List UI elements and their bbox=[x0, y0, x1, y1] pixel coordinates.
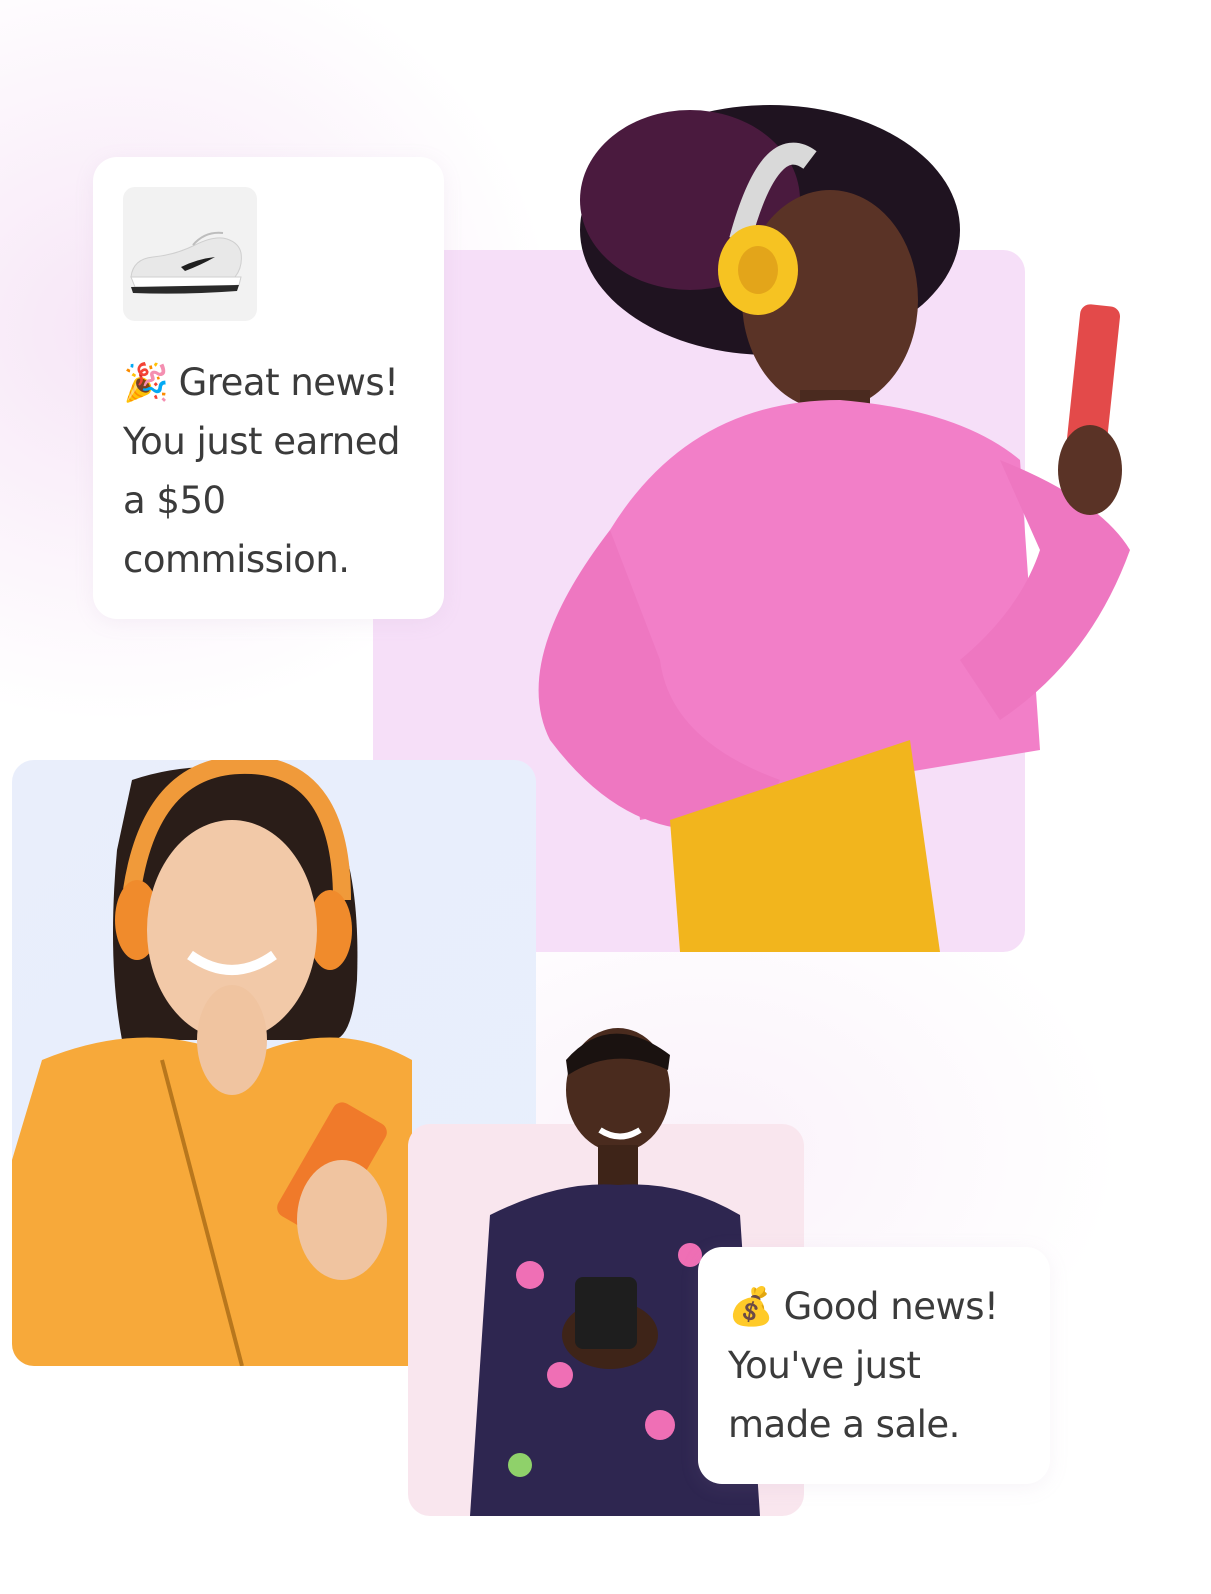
sale-message: 💰 Good news! You've just made a sale. bbox=[728, 1277, 1028, 1454]
commission-body-line-1: You just earned bbox=[123, 420, 401, 463]
commission-body-line-2: a $50 bbox=[123, 479, 226, 522]
woman-pink-sweater-photo bbox=[538, 105, 1130, 952]
sale-headline: Good news! bbox=[783, 1285, 999, 1328]
commission-body-line-3: commission. bbox=[123, 538, 350, 581]
headline-line: 🎉 Great news! bbox=[123, 353, 423, 412]
sale-body-line-1: You've just bbox=[728, 1344, 921, 1387]
sale-body-line-2: made a sale. bbox=[728, 1403, 960, 1446]
commission-notification-card: 🎉 Great news! You just earned a $50 commi… bbox=[93, 157, 444, 619]
product-thumbnail bbox=[123, 187, 257, 321]
commission-headline: Great news! bbox=[178, 361, 399, 404]
sale-notification-card: 💰 Good news! You've just made a sale. bbox=[698, 1247, 1050, 1484]
sale-headline-line: 💰 Good news! bbox=[728, 1277, 1028, 1336]
party-popper-icon: 🎉 bbox=[123, 361, 169, 404]
commission-message: 🎉 Great news! You just earned a $50 commi… bbox=[123, 353, 423, 589]
money-bag-icon: 💰 bbox=[728, 1285, 774, 1328]
sneaker-icon bbox=[130, 231, 242, 294]
